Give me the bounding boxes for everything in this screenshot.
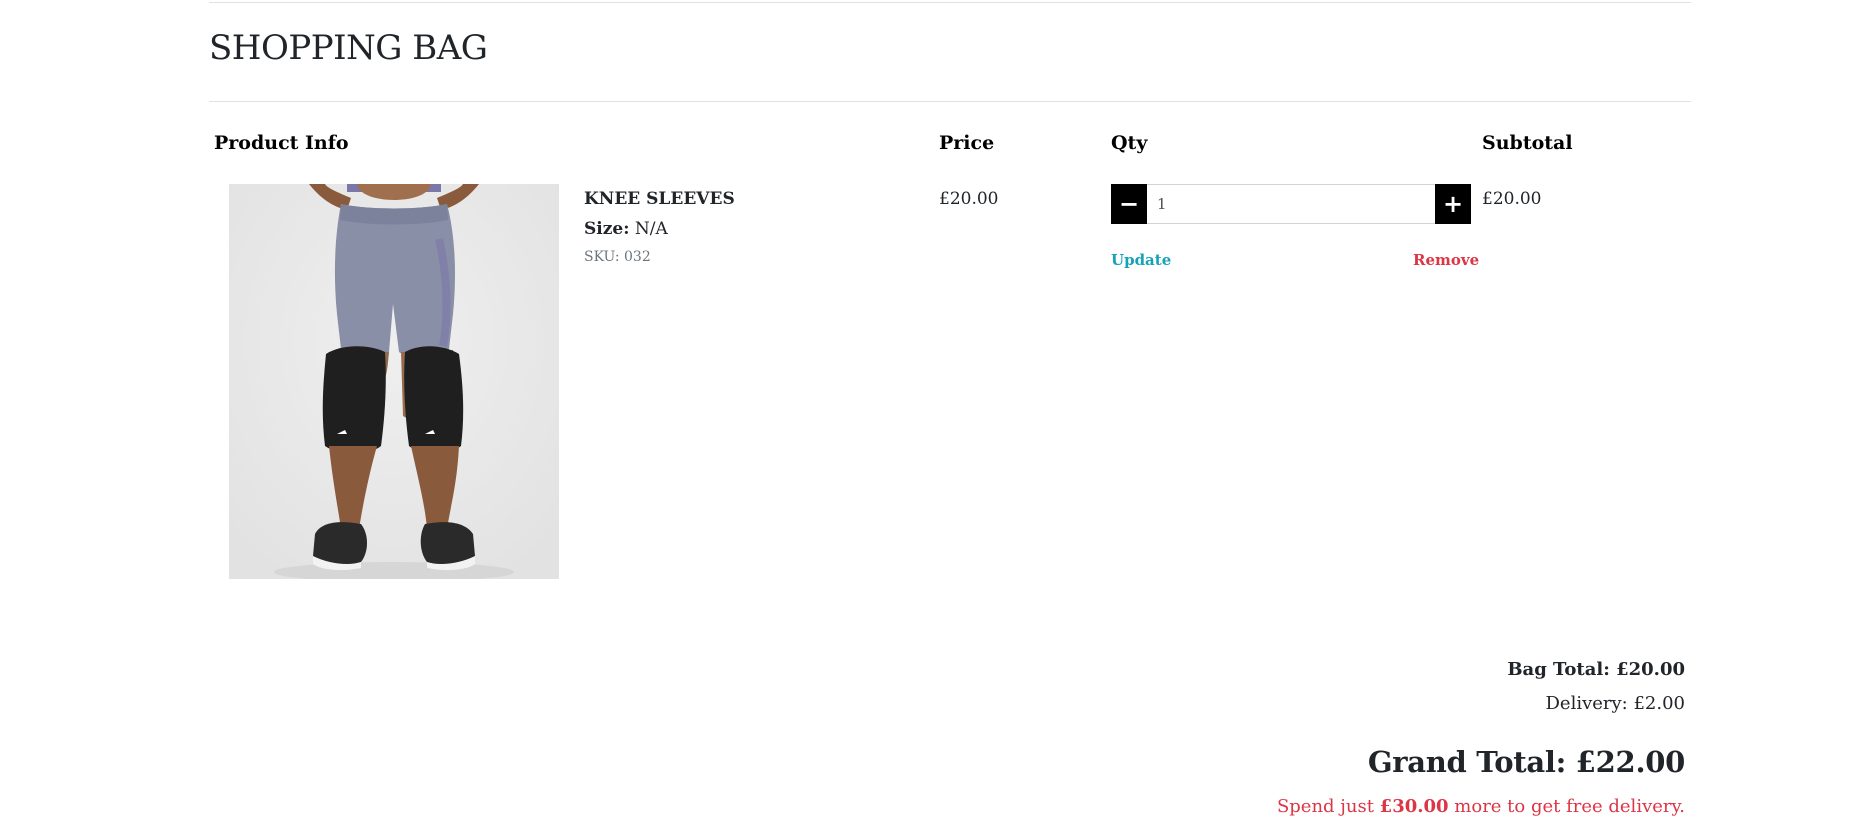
minus-icon: −	[1118, 190, 1140, 218]
increment-button[interactable]: +	[1435, 184, 1471, 224]
decrement-button[interactable]: −	[1111, 184, 1147, 224]
bag-total: Bag Total: £20.00	[1507, 659, 1685, 680]
remove-link[interactable]: Remove	[1413, 251, 1479, 269]
shopping-bag-page: SHOPPING BAG Product Info Price Qty Subt…	[0, 0, 1856, 825]
delivery-cost: Delivery: £2.00	[1545, 693, 1685, 714]
free-delivery-prefix: Spend just	[1276, 796, 1380, 817]
quantity-stepper: − +	[1111, 184, 1471, 224]
free-delivery-message: Spend just £30.00 more to get free deliv…	[1277, 796, 1685, 817]
top-divider	[209, 2, 1691, 3]
column-header-qty: Qty	[1111, 132, 1148, 154]
column-header-subtotal: Subtotal	[1482, 132, 1573, 154]
product-size: Size: N/A	[584, 219, 668, 239]
update-link[interactable]: Update	[1111, 251, 1171, 269]
column-header-price: Price	[939, 132, 995, 154]
product-size-label: Size:	[584, 219, 630, 239]
title-divider	[209, 101, 1691, 102]
page-title: SHOPPING BAG	[209, 28, 488, 68]
product-image[interactable]	[229, 184, 559, 579]
product-name[interactable]: KNEE SLEEVES	[584, 189, 735, 209]
quantity-input[interactable]	[1147, 184, 1435, 224]
item-subtotal: £20.00	[1482, 189, 1542, 209]
grand-total: Grand Total: £22.00	[1367, 745, 1685, 779]
product-sku: SKU: 032	[584, 249, 651, 265]
plus-icon: +	[1442, 190, 1464, 218]
free-delivery-amount: £30.00	[1379, 796, 1449, 817]
product-size-value: N/A	[634, 219, 668, 239]
column-header-product-info: Product Info	[214, 132, 349, 154]
free-delivery-suffix: more to get free delivery.	[1448, 796, 1685, 817]
item-price: £20.00	[939, 189, 999, 209]
